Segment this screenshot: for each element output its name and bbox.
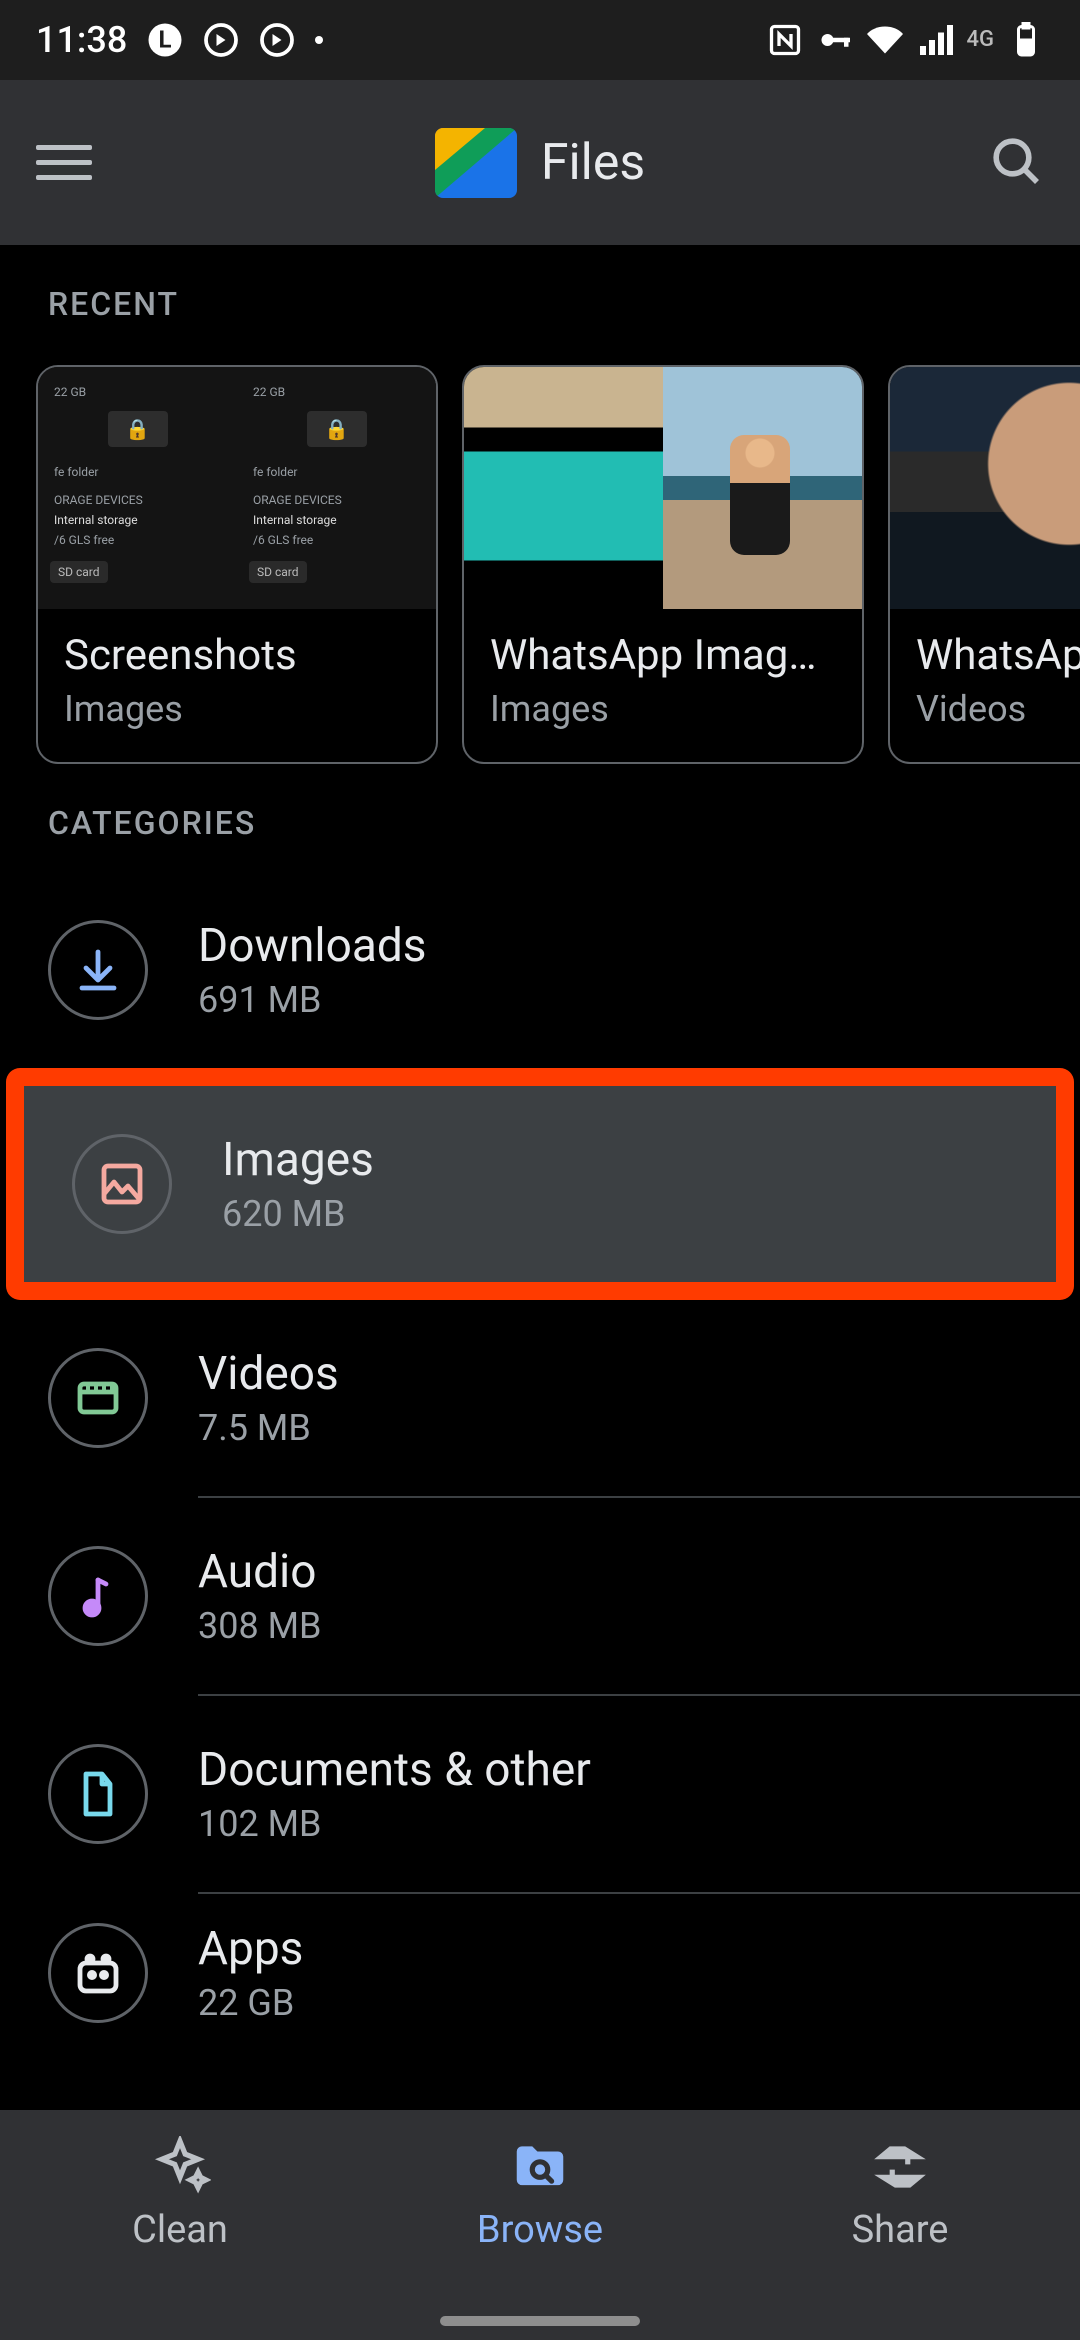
video-icon — [48, 1348, 148, 1448]
recent-thumbnail — [890, 367, 1080, 609]
search-button[interactable] — [988, 133, 1044, 193]
recent-section-title: RECENT — [0, 285, 1080, 359]
highlight-annotation: Images 620 MB — [6, 1068, 1074, 1300]
audio-icon — [48, 1546, 148, 1646]
nav-browse[interactable]: Browse — [360, 2110, 720, 2340]
image-icon — [72, 1134, 172, 1234]
status-time: 11:38 — [36, 19, 127, 61]
category-size: 7.5 MB — [198, 1407, 1032, 1449]
status-icon-letter-l: L — [147, 22, 183, 58]
nav-label: Browse — [477, 2208, 603, 2252]
sparkle-icon — [149, 2136, 211, 2198]
download-icon — [48, 920, 148, 1020]
category-size: 102 MB — [198, 1803, 1032, 1845]
nav-share[interactable]: Share — [720, 2110, 1080, 2340]
bottom-nav: Clean Browse Share — [0, 2110, 1080, 2340]
battery-icon — [1008, 22, 1044, 58]
category-documents[interactable]: Documents & other 102 MB — [0, 1696, 1080, 1892]
apps-icon — [48, 1923, 148, 2023]
svg-text:L: L — [159, 26, 172, 54]
recent-card-kind: Videos — [916, 688, 1080, 730]
categories-section-title: CATEGORIES — [0, 764, 1080, 872]
wifi-icon — [867, 22, 903, 58]
recent-card-kind: Images — [64, 688, 410, 730]
document-icon — [48, 1744, 148, 1844]
network-type-label: 4G — [967, 29, 995, 51]
app-bar: Files — [0, 80, 1080, 245]
category-size: 691 MB — [198, 979, 1032, 1021]
gesture-bar[interactable] — [440, 2316, 640, 2326]
nfc-icon — [767, 22, 803, 58]
status-notification-dot — [315, 36, 323, 44]
category-audio[interactable]: Audio 308 MB — [0, 1498, 1080, 1694]
recent-card-whatsapp-images[interactable]: WhatsApp Imag… Images — [462, 365, 864, 764]
category-name: Images — [222, 1133, 1008, 1187]
category-name: Videos — [198, 1347, 1032, 1401]
recent-card-name: Screenshots — [64, 631, 410, 680]
signal-icon — [917, 22, 953, 58]
app-title-area: Files — [92, 128, 988, 198]
category-name: Audio — [198, 1545, 1032, 1599]
category-name: Apps — [198, 1922, 1032, 1976]
categories-list: Downloads 691 MB Images 620 MB Video — [0, 872, 1080, 2024]
status-icon-circle-arrow-2 — [259, 22, 295, 58]
status-icon-circle-arrow-1 — [203, 22, 239, 58]
menu-button[interactable] — [36, 145, 92, 180]
app-title: Files — [541, 134, 645, 192]
category-images[interactable]: Images 620 MB — [24, 1086, 1056, 1282]
recent-card-kind: Images — [490, 688, 836, 730]
category-downloads[interactable]: Downloads 691 MB — [0, 872, 1080, 1068]
category-size: 308 MB — [198, 1605, 1032, 1647]
recent-thumbnail: 22 GB 🔒 fe folder ORAGE DEVICES Internal… — [38, 367, 436, 609]
vpn-key-icon — [817, 22, 853, 58]
recent-card-whatsapp-videos[interactable]: WhatsAp Videos — [888, 365, 1080, 764]
recent-card-name: WhatsApp Imag… — [490, 631, 836, 680]
nav-clean[interactable]: Clean — [0, 2110, 360, 2340]
category-videos[interactable]: Videos 7.5 MB — [0, 1300, 1080, 1496]
files-app-logo-icon — [435, 128, 517, 198]
category-size: 22 GB — [198, 1982, 1032, 2024]
folder-search-icon — [509, 2136, 571, 2198]
nav-label: Share — [852, 2208, 949, 2252]
category-size: 620 MB — [222, 1193, 1008, 1235]
category-apps[interactable]: Apps 22 GB — [0, 1894, 1080, 2024]
status-bar: 11:38 L 4G — [0, 0, 1080, 80]
content-area: RECENT 22 GB 🔒 fe folder ORAGE DEVICES I… — [0, 245, 1080, 2024]
recent-row[interactable]: 22 GB 🔒 fe folder ORAGE DEVICES Internal… — [0, 365, 1080, 764]
share-icon — [869, 2136, 931, 2198]
recent-thumbnail — [464, 367, 862, 609]
category-name: Downloads — [198, 919, 1032, 973]
category-name: Documents & other — [198, 1743, 1032, 1797]
nav-label: Clean — [132, 2208, 228, 2252]
recent-card-screenshots[interactable]: 22 GB 🔒 fe folder ORAGE DEVICES Internal… — [36, 365, 438, 764]
recent-card-name: WhatsAp — [916, 631, 1080, 680]
